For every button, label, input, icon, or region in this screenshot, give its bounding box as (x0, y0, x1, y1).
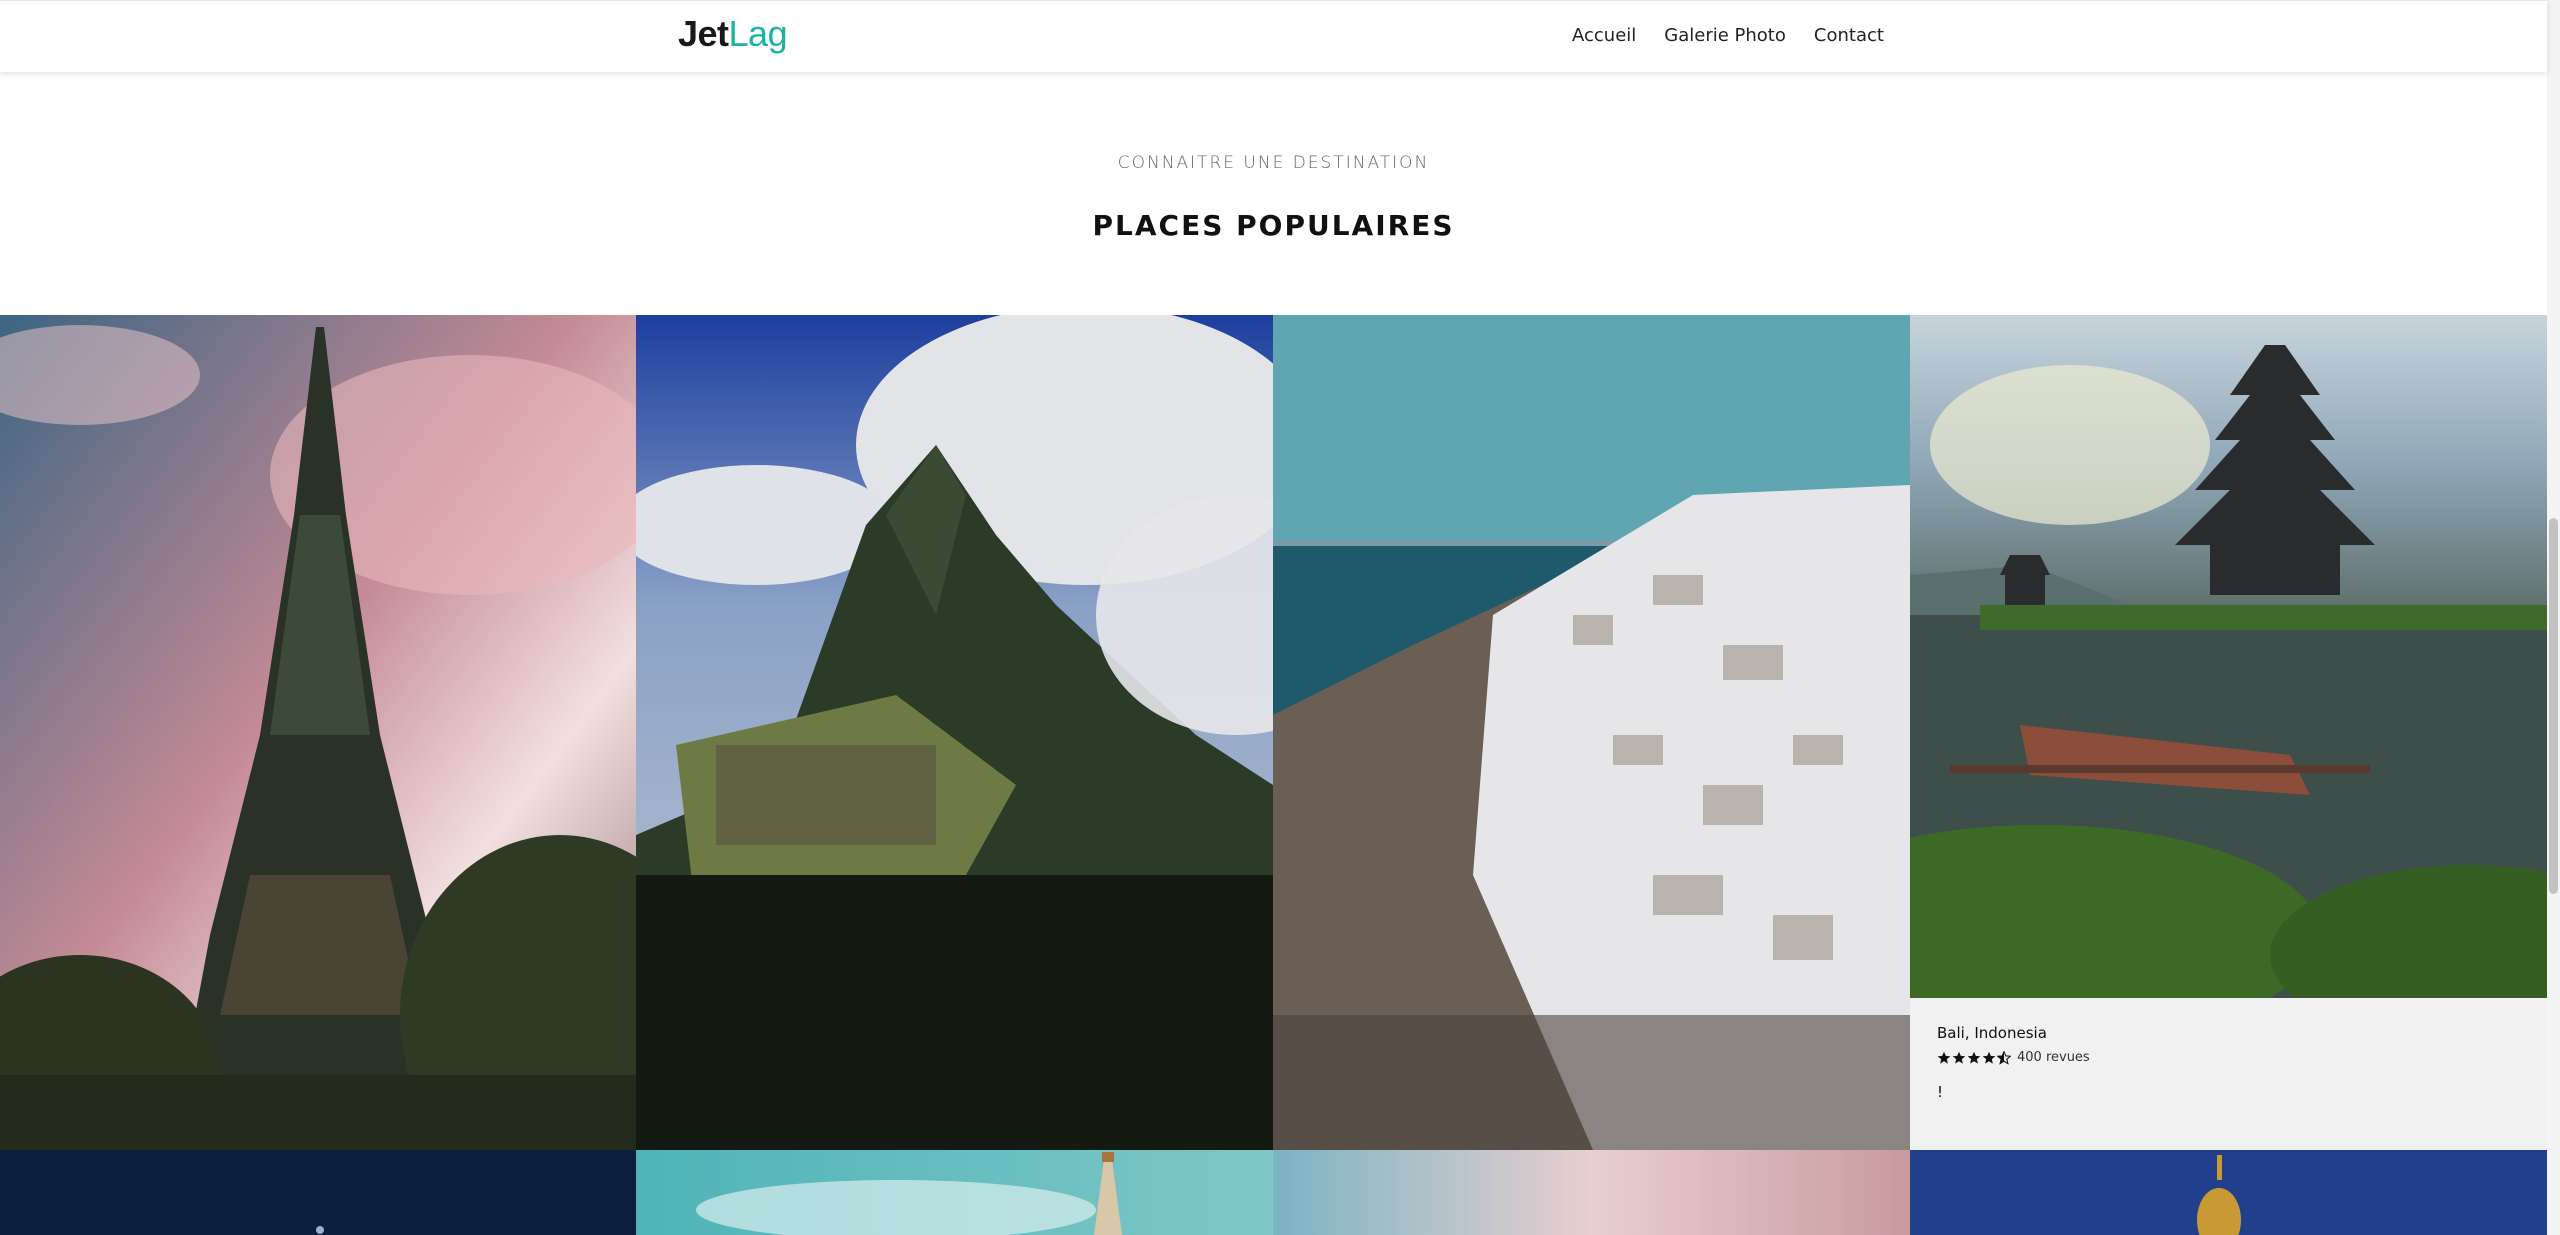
santorini-photo (1273, 315, 1910, 1150)
gallery-tile-machu-picchu[interactable] (636, 315, 1273, 1150)
gallery-tile-golden-dome[interactable] (1910, 1150, 2547, 1235)
bali-temple-photo (1910, 315, 2547, 998)
eiffel-tower-photo (0, 315, 636, 1150)
gallery-tile-pink-sky[interactable] (1273, 1150, 1910, 1235)
machu-picchu-photo (636, 315, 1273, 1150)
gallery-tile-eiffel-tower[interactable] (0, 315, 636, 1150)
gallery-tile-stupa[interactable] (636, 1150, 1273, 1235)
star-icon (1952, 1051, 1966, 1064)
pink-sky-photo (1273, 1150, 1910, 1235)
bali-caption-card: Bali, Indonesia 400 revues ! (1910, 998, 2547, 1150)
gallery-tile-night-city[interactable] (0, 1150, 636, 1235)
nav-link-accueil[interactable]: Accueil (1572, 25, 1636, 46)
scrollbar-thumb[interactable] (2549, 518, 2558, 894)
nav-link-contact[interactable]: Contact (1814, 25, 1884, 46)
gallery-tile-bali[interactable] (1910, 315, 2547, 998)
caption-note: ! (1937, 1083, 1944, 1101)
logo-lag: Lag (728, 13, 788, 54)
gallery-tile-santorini[interactable] (1273, 315, 1910, 1150)
star-icon (1937, 1051, 1951, 1064)
night-city-photo (0, 1150, 636, 1235)
top-navbar: JetLag Accueil Galerie Photo Contact (0, 0, 2547, 72)
star-half-icon (1997, 1050, 2011, 1065)
section-title: PLACES POPULAIRES (1092, 209, 1455, 242)
logo-jet: Jet (678, 13, 729, 54)
nav-link-galerie-photo[interactable]: Galerie Photo (1664, 25, 1786, 46)
caption-reviews: 400 revues (2017, 1050, 2090, 1065)
rating-stars (1937, 1050, 2011, 1065)
stupa-photo (636, 1150, 1273, 1235)
caption-place: Bali, Indonesia (1937, 1024, 2047, 1042)
section-subtitle: CONNAITRE UNE DESTINATION (1117, 153, 1430, 173)
caption-rating: 400 revues (1937, 1050, 2520, 1065)
star-icon (1967, 1051, 1981, 1064)
main-nav: Accueil Galerie Photo Contact (1572, 25, 1884, 46)
site-logo[interactable]: JetLag (678, 13, 788, 55)
star-icon (1982, 1051, 1996, 1064)
golden-dome-photo (1910, 1150, 2547, 1235)
